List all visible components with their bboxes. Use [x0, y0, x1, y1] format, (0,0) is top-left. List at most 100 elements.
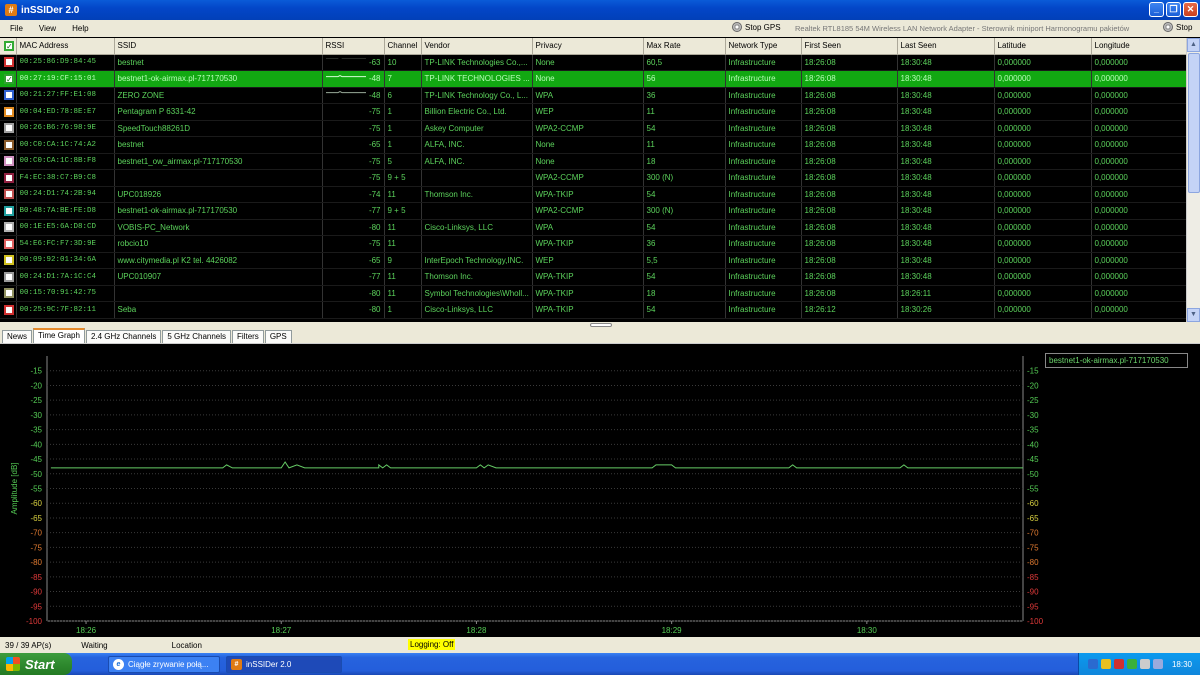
column-header-first-seen[interactable]: First Seen	[801, 38, 898, 55]
start-button[interactable]: Start	[0, 653, 72, 675]
cell-mac-address: 00:C0:CA:1C:8B:F8	[16, 153, 115, 170]
splitter-grip-icon[interactable]	[590, 323, 612, 327]
row-checkbox-cell[interactable]	[0, 186, 17, 203]
row-checkbox-cell[interactable]	[0, 103, 17, 121]
row-checkbox[interactable]	[4, 90, 14, 101]
row-checkbox[interactable]	[4, 238, 14, 249]
row-checkbox-cell[interactable]	[0, 70, 17, 88]
row-checkbox[interactable]	[4, 73, 14, 84]
grid-scrollbar[interactable]: ▲ ▼	[1186, 38, 1200, 322]
row-checkbox-cell[interactable]	[0, 219, 17, 236]
stop-button[interactable]: Stop	[1163, 22, 1192, 32]
cell-ssid	[114, 169, 323, 187]
row-checkbox[interactable]	[4, 271, 14, 282]
monitor-tray-icon[interactable]	[1152, 659, 1163, 669]
row-checkbox[interactable]	[4, 123, 14, 134]
row-checkbox-cell[interactable]	[0, 87, 17, 104]
table-row[interactable]: 00:09:92:01:34:6A www.citymedia.pl K2 tel…	[0, 252, 1186, 269]
rssi-value: -77	[368, 272, 381, 282]
speaker-tray-icon[interactable]	[1139, 659, 1150, 669]
tab-5-ghz-channels[interactable]: 5 GHz Channels	[162, 330, 232, 343]
table-row[interactable]: F4:EC:38:C7:B9:C8 -75 9 + 5 WPA2-CCMP 300 (N…	[0, 169, 1186, 187]
close-button[interactable]: ✕	[1183, 2, 1198, 17]
table-row[interactable]: B0:48:7A:BE:FE:D8 bestnet1-ok-airmax.pl-7…	[0, 202, 1186, 220]
tab-news[interactable]: News	[2, 330, 33, 343]
column-header-ssid[interactable]: SSID	[114, 38, 323, 55]
table-row[interactable]: 00:21:27:FF:E1:08 ZERO ZONE -48 6 TP-LINK Te…	[0, 87, 1186, 104]
antivirus-tray-icon[interactable]	[1100, 659, 1111, 669]
table-row[interactable]: 00:27:19:CF:15:01bestnet1-ok-airmax.pl-7…	[0, 70, 1186, 88]
stop-gps-button[interactable]: Stop GPS	[732, 22, 781, 32]
tab-gps[interactable]: GPS	[264, 330, 292, 343]
column-header-mac-address[interactable]: MAC Address	[16, 38, 115, 55]
row-checkbox-cell[interactable]	[0, 252, 17, 269]
table-row[interactable]: 00:24:D1:74:2B:94 UPC018926 -74 11 Thomson I…	[0, 186, 1186, 203]
row-checkbox[interactable]	[4, 189, 14, 200]
row-checkbox[interactable]	[4, 172, 14, 183]
table-row[interactable]: 00:1E:E5:6A:D8:CD VOBIS-PC_Network -80 11 Ci…	[0, 219, 1186, 236]
column-header-rssi[interactable]: RSSI	[322, 38, 385, 55]
title-bar[interactable]: # inSSIDer 2.0 _ ❐ ✕	[0, 0, 1200, 20]
scroll-down-icon[interactable]: ▼	[1187, 308, 1200, 322]
row-checkbox-cell[interactable]	[0, 54, 17, 71]
restore-button[interactable]: ❐	[1166, 2, 1181, 17]
row-checkbox-cell[interactable]	[0, 285, 17, 302]
menu-view[interactable]: View	[31, 24, 64, 33]
cell-longitude: 0,000000	[1091, 136, 1186, 154]
row-checkbox[interactable]	[4, 106, 14, 117]
adapter-selector[interactable]: Realtek RTL8185 54M Wireless LAN Network…	[795, 24, 1129, 33]
table-row[interactable]: 00:15:70:91:42:75 -80 11 Symbol Technologie…	[0, 285, 1186, 302]
network-tray-icon[interactable]	[1087, 659, 1098, 669]
row-checkbox[interactable]	[4, 288, 14, 299]
table-row[interactable]: 00:C0:CA:1C:74:A2 bestnet -65 1 ALFA, INC. No…	[0, 136, 1186, 154]
table-row[interactable]: 00:25:9C:7F:82:11 Seba -80 1 Cisco-Linksys, …	[0, 301, 1186, 319]
row-checkbox[interactable]	[4, 222, 14, 233]
table-row[interactable]: 00:24:D1:7A:1C:C4 UPC010907 -77 11 Thomson I…	[0, 268, 1186, 286]
table-row[interactable]: 00:26:B6:76:98:9E SpeedTouch88261D -75 1 Ask…	[0, 120, 1186, 137]
tab-time-graph[interactable]: Time Graph	[33, 328, 85, 343]
column-header-network-type[interactable]: Network Type	[725, 38, 802, 55]
security-tray-icon[interactable]	[1113, 659, 1124, 669]
cell-max-rate: 54	[643, 268, 726, 286]
row-checkbox[interactable]	[4, 156, 14, 167]
tab-2-4-ghz-channels[interactable]: 2.4 GHz Channels	[85, 330, 162, 343]
column-header-privacy[interactable]: Privacy	[532, 38, 644, 55]
menu-help[interactable]: Help	[64, 24, 96, 33]
table-row[interactable]: 00:04:ED:78:8E:E7 Pentagram P 6331-42 -75 1…	[0, 103, 1186, 121]
table-row[interactable]: 00:C0:CA:1C:8B:F8 bestnet1_ow_airmax.pl-7…	[0, 153, 1186, 170]
tab-filters[interactable]: Filters	[232, 330, 264, 343]
column-header-max-rate[interactable]: Max Rate	[643, 38, 726, 55]
column-header-vendor[interactable]: Vendor	[421, 38, 533, 55]
column-header-longitude[interactable]: Longitude	[1091, 38, 1186, 55]
row-checkbox-cell[interactable]	[0, 268, 17, 286]
task-inssider[interactable]: # inSSIDer 2.0	[226, 655, 342, 673]
menu-file[interactable]: File	[0, 24, 31, 33]
column-header-channel[interactable]: Channel	[384, 38, 422, 55]
column-header-last-seen[interactable]: Last Seen	[897, 38, 995, 55]
select-all-checkbox[interactable]	[0, 38, 17, 55]
wifi-signal-tray-icon[interactable]	[1126, 659, 1137, 669]
minimize-button[interactable]: _	[1149, 2, 1164, 17]
row-checkbox[interactable]	[4, 255, 14, 266]
row-checkbox[interactable]	[4, 139, 14, 150]
row-checkbox[interactable]	[4, 57, 14, 68]
row-checkbox-cell[interactable]	[0, 136, 17, 154]
scroll-up-icon[interactable]: ▲	[1187, 38, 1200, 52]
logging-status: Logging: Off	[408, 639, 456, 650]
scroll-thumb[interactable]	[1188, 53, 1200, 193]
row-checkbox-cell[interactable]	[0, 169, 17, 187]
row-checkbox-cell[interactable]	[0, 153, 17, 170]
task-browser[interactable]: e Ciągłe zrywanie połą...	[108, 655, 220, 673]
row-checkbox-cell[interactable]	[0, 301, 17, 319]
row-checkbox-cell[interactable]	[0, 202, 17, 220]
cell-ssid: VOBIS-PC_Network	[114, 219, 323, 236]
row-checkbox[interactable]	[4, 205, 14, 216]
row-checkbox-cell[interactable]	[0, 120, 17, 137]
row-checkbox[interactable]	[4, 304, 14, 315]
table-row[interactable]: 54:E6:FC:F7:3D:9E robcio10 -75 11 WPA-TKIP 36…	[0, 235, 1186, 253]
cell-rssi: -75	[322, 120, 385, 137]
cell-ssid: www.citymedia.pl K2 tel. 4426082	[114, 252, 323, 269]
row-checkbox-cell[interactable]	[0, 235, 17, 253]
column-header-latitude[interactable]: Latitude	[994, 38, 1092, 55]
table-row[interactable]: 00:25:86:D9:84:45 bestnet -63 10 TP-LINK Tec…	[0, 54, 1186, 71]
